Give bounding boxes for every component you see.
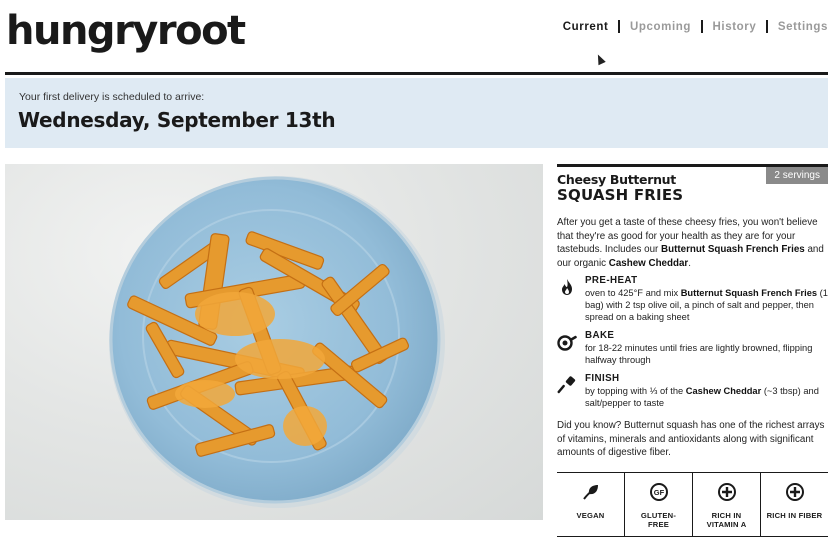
badge-gluten-free: GF GLUTEN- FREE [625, 473, 693, 536]
gluten-free-icon: GF [649, 483, 668, 501]
badge-label: VEGAN [557, 511, 624, 520]
nav-divider [766, 20, 768, 33]
vitamin-icon [717, 483, 736, 501]
step-title: PRE-HEAT [585, 275, 638, 286]
delivery-date: Wednesday, September 13th [18, 108, 336, 132]
nav-current[interactable]: Current [563, 21, 609, 33]
badge-fiber: RICH IN FIBER [761, 473, 828, 536]
badge-vitamin-a: RICH IN VITAMIN A [693, 473, 761, 536]
fries-plate-illustration [109, 176, 445, 508]
step-product: Cashew Cheddar [685, 386, 762, 396]
description-text: . [688, 257, 691, 269]
step-text: oven to 425°F and mix Butternut Squash F… [585, 287, 830, 323]
nav-settings[interactable]: Settings [778, 21, 828, 33]
step-text: for 18-22 minutes until fries are lightl… [585, 342, 830, 366]
badge-label: RICH IN VITAMIN A [693, 511, 760, 529]
spatula-icon [557, 376, 576, 394]
delivery-banner: Your first delivery is scheduled to arri… [5, 78, 828, 148]
header-divider [5, 72, 828, 75]
svg-text:GF: GF [653, 488, 664, 497]
recipe-photo [5, 164, 543, 520]
step-title: FINISH [585, 373, 620, 384]
site-header: hungryroot Current Upcoming History Sett… [0, 0, 832, 72]
badge-label-line: RICH IN [711, 511, 742, 520]
servings-badge: 2 servings [766, 167, 828, 184]
fiber-icon [785, 483, 804, 501]
mouse-cursor-icon [594, 52, 606, 66]
nav-divider [618, 20, 620, 33]
badge-label: GLUTEN- FREE [625, 511, 692, 529]
badge-label-line: FREE [647, 520, 670, 529]
step-text-part: by topping with ⅓ of the [585, 386, 686, 396]
nav-history[interactable]: History [713, 21, 757, 33]
description-product: Butternut Squash French Fries [661, 244, 805, 255]
badge-label-line: RICH IN FIBER [766, 511, 823, 520]
badge-label-line: VITAMIN A [706, 520, 747, 529]
badge-vegan: VEGAN [557, 473, 625, 536]
flame-icon [562, 279, 572, 295]
recipe-title-line1: Cheesy Butternut [557, 172, 676, 187]
top-nav: Current Upcoming History Settings [563, 20, 828, 33]
nutrition-fact: Did you know? Butternut squash has one o… [557, 419, 828, 460]
step-title: BAKE [585, 330, 615, 341]
recipe-description: After you get a taste of these cheesy fr… [557, 216, 828, 270]
badge-label: RICH IN FIBER [761, 511, 828, 520]
step-text: by topping with ⅓ of the Cashew Cheddar … [585, 385, 830, 409]
nav-divider [701, 20, 703, 33]
diet-badges: VEGAN GF GLUTEN- FREE RICH IN VITAMIN A [557, 472, 828, 537]
badge-label-line: GLUTEN- [640, 511, 677, 520]
recipe-title-line2: SQUASH FRIES [557, 186, 684, 204]
pan-icon [557, 335, 577, 351]
leaf-icon [582, 485, 598, 500]
badge-label-line: VEGAN [576, 511, 605, 520]
step-text-part: for 18-22 minutes until fries are lightl… [585, 343, 813, 365]
recipe-panel: Cheesy Butternut SQUASH FRIES 2 servings… [557, 164, 828, 537]
step-product: Butternut Squash French Fries [680, 288, 818, 298]
description-product: Cashew Cheddar [608, 257, 689, 269]
brand-logo[interactable]: hungryroot [6, 6, 246, 56]
nav-upcoming[interactable]: Upcoming [630, 21, 691, 33]
step-text-part: oven to 425°F and mix [585, 288, 681, 298]
fact-text: Did you know? Butternut squash has one o… [557, 420, 825, 458]
delivery-subtitle: Your first delivery is scheduled to arri… [19, 91, 205, 103]
